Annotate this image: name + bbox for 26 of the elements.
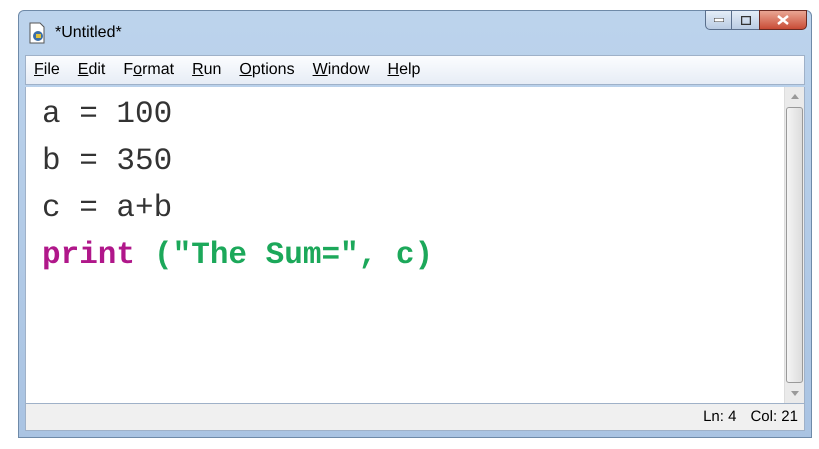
vertical-scrollbar[interactable] xyxy=(784,87,804,403)
scroll-down-icon[interactable] xyxy=(790,391,798,396)
menu-item[interactable]: Options xyxy=(239,58,295,82)
maximize-icon xyxy=(740,16,750,24)
code-line: a = 100 xyxy=(42,99,172,131)
line-number-status: Ln: 4 xyxy=(703,406,736,427)
document-python-icon xyxy=(27,22,47,44)
menu-item[interactable]: Help xyxy=(388,58,420,82)
minimize-icon xyxy=(714,18,724,22)
menu-item[interactable]: Edit xyxy=(78,58,106,82)
window-title: *Untitled* xyxy=(55,23,122,43)
menu-item[interactable]: Format xyxy=(123,58,174,82)
close-icon xyxy=(777,15,789,25)
minimize-button[interactable] xyxy=(705,10,732,30)
menu-item[interactable]: Window xyxy=(312,58,370,82)
code-line: c = a+b xyxy=(42,193,172,225)
scroll-up-icon[interactable] xyxy=(790,94,798,99)
column-number-status: Col: 21 xyxy=(750,406,798,427)
menu-item[interactable]: Run xyxy=(192,58,222,82)
scrollbar-thumb[interactable] xyxy=(786,107,803,383)
maximize-button[interactable] xyxy=(732,10,759,30)
code-line: b = 350 xyxy=(42,146,172,178)
close-button[interactable] xyxy=(759,10,807,30)
code-arguments: ("The Sum=", c) xyxy=(154,240,434,272)
code-keyword: print xyxy=(42,240,136,272)
menu-item[interactable]: File xyxy=(34,58,60,82)
